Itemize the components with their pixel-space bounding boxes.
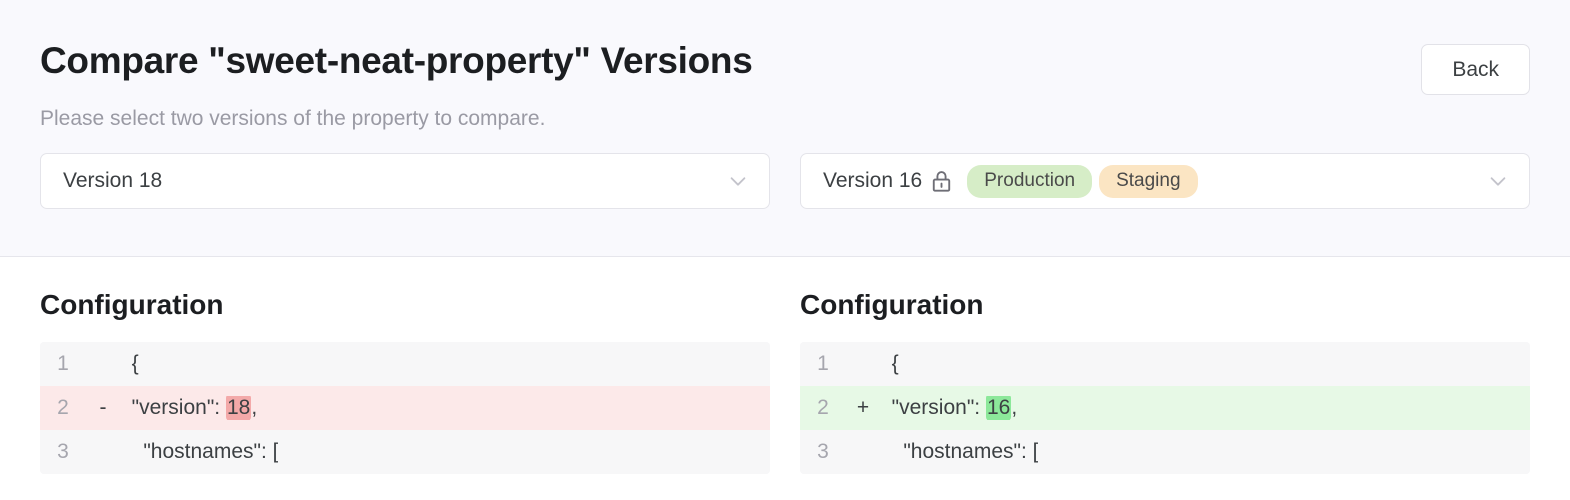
diff-area: Configuration 1 {2- "version": 18, 3 "hos… [0,257,1570,474]
code-line: 1 { [800,341,1530,386]
code-segment: { [120,351,139,375]
code-segment: "version": [120,395,226,419]
code-text: { [120,352,139,376]
page-title: Compare "sweet-neat-property" Versions [40,40,753,81]
changed-token: 16 [985,395,1012,420]
page-subtitle: Please select two versions of the proper… [40,107,546,131]
diff-column-right: Configuration 1 {2 + "version": 16, 3 "hos… [800,257,1530,474]
version-tags: Production Staging [967,165,1198,198]
status-badge-staging: Staging [1099,165,1198,198]
code-segment: , [251,395,258,419]
code-segment: { [880,351,899,375]
diff-column-left: Configuration 1 {2- "version": 18, 3 "hos… [40,257,770,474]
diff-left-code-panel[interactable]: 1 {2- "version": 18, 3 "hostnames": [ [40,341,770,474]
status-badge-production: Production [967,165,1093,198]
title-row: Compare "sweet-neat-property" Versions B… [40,40,1530,96]
code-text: "version": 18, [120,395,258,420]
line-number: 3 [817,439,829,463]
code-line: 2 - "version": 18, [40,385,770,430]
version-select-left-value: Version 18 [63,169,163,193]
changed-token: 18 [225,395,252,420]
page-header: Compare "sweet-neat-property" Versions B… [0,0,1570,257]
code-text: { [880,352,899,376]
code-segment: "hostnames": [ [120,439,279,463]
line-number: 3 [57,439,69,463]
diff-marker: - [99,395,107,419]
version-select-right[interactable]: Version 16 Production Staging [800,153,1530,210]
lock-icon [931,170,952,193]
code-text: "hostnames": [ [880,440,1038,464]
back-button[interactable]: Back [1421,44,1530,96]
diff-right-code-panel[interactable]: 1 {2 + "version": 16, 3 "hostnames": [ [800,341,1530,474]
code-segment: "version": [880,395,986,419]
line-number: 2 [57,395,69,419]
code-segment: "hostnames": [ [880,439,1039,463]
code-line: 3 "hostnames": [ [40,429,770,474]
chevron-down-icon [717,170,749,192]
diff-right-heading: Configuration [800,289,984,320]
line-number: 2 [817,395,829,419]
code-line: 1 { [40,341,770,386]
diff-marker: + [856,395,870,419]
version-select-left[interactable]: Version 18 [40,153,770,210]
code-line: 3 "hostnames": [ [800,429,1530,474]
diff-left-heading: Configuration [40,289,224,320]
chevron-down-icon [1477,170,1509,192]
code-line: 2 + "version": 16, [800,385,1530,430]
code-segment: , [1011,395,1018,419]
line-number: 1 [817,351,829,375]
code-text: "hostnames": [ [120,440,278,464]
version-selector-row: Version 18 Version 16 Production Staging [40,153,1530,210]
version-select-right-value: Version 16 [823,169,923,193]
code-text: "version": 16, [880,395,1018,420]
line-number: 1 [57,351,69,375]
